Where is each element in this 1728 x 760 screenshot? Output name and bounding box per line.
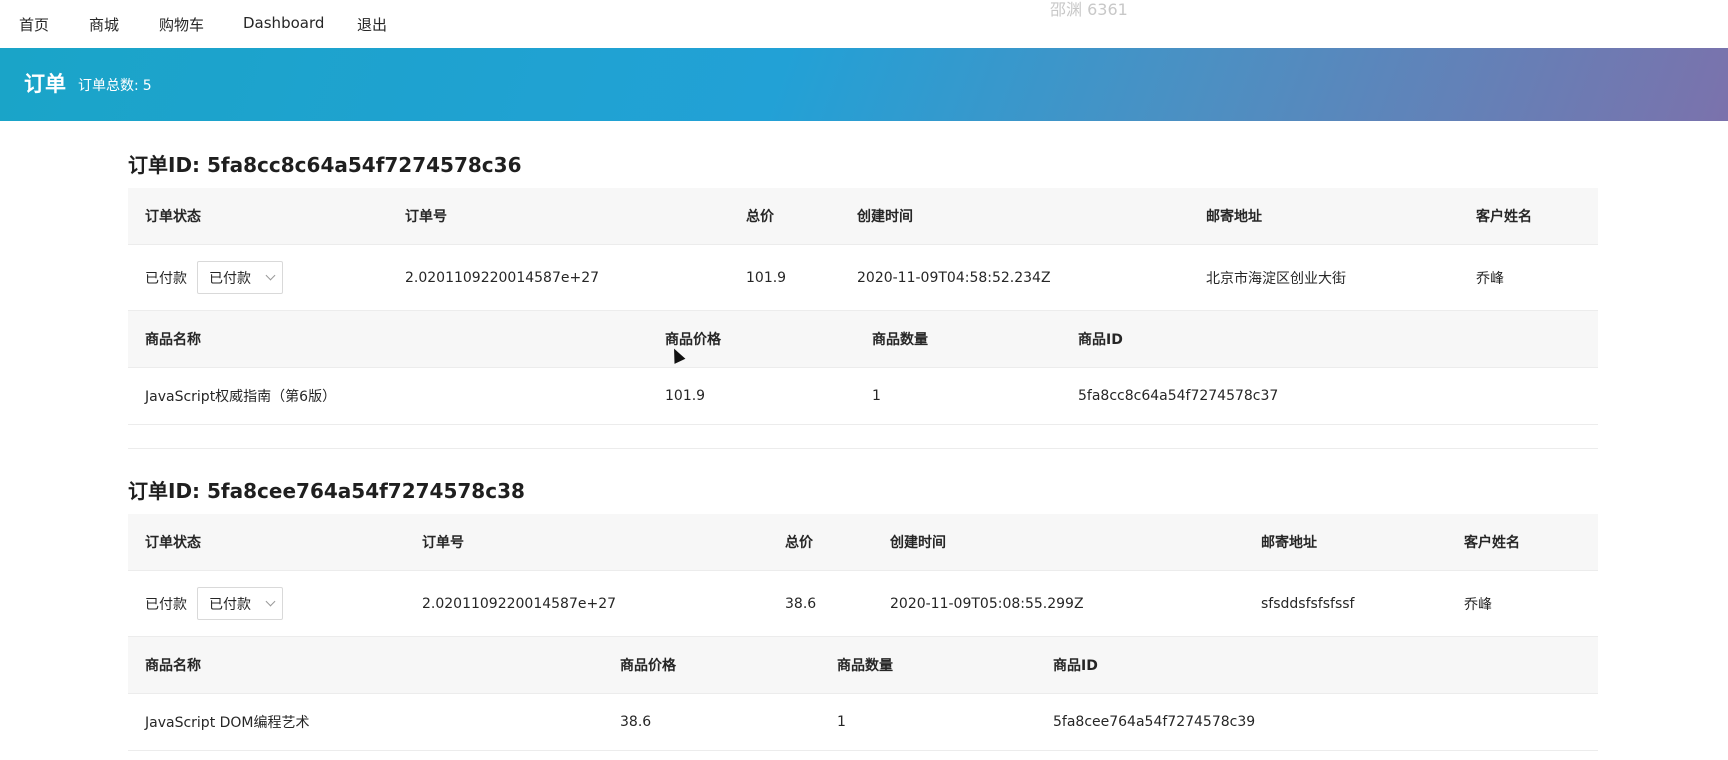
status-select[interactable]: 已付款 xyxy=(197,587,283,620)
list-item: JavaScript权威指南（第6版） 101.9 1 5fa8cc8c64a5… xyxy=(128,368,1598,425)
col-created: 创建时间 xyxy=(857,209,913,225)
nav-logout[interactable]: 退出 xyxy=(357,14,387,35)
order-created: 2020-11-09T05:08:55.299Z xyxy=(890,595,1084,612)
status-text: 已付款 xyxy=(145,270,187,287)
nav-cart[interactable]: 购物车 xyxy=(159,14,204,35)
col-address: 邮寄地址 xyxy=(1206,209,1262,225)
order-title-prefix: 订单ID: xyxy=(128,153,201,177)
order-table: 订单状态 订单号 总价 创建时间 邮寄地址 客户姓名 已付款 已付款 2.020… xyxy=(128,188,1598,425)
nav-shop[interactable]: 商城 xyxy=(89,14,119,35)
col-total: 总价 xyxy=(785,535,813,551)
item-table-header: 商品名称 商品价格 商品数量 商品ID xyxy=(128,311,1598,368)
status-select[interactable]: 已付款 xyxy=(197,261,283,294)
order-table: 订单状态 订单号 总价 创建时间 邮寄地址 客户姓名 已付款 已付款 2.020… xyxy=(128,514,1598,751)
order-created: 2020-11-09T04:58:52.234Z xyxy=(857,269,1051,286)
col-item-id: 商品ID xyxy=(1078,332,1123,348)
status-cell: 已付款 已付款 xyxy=(145,245,283,310)
top-nav: 首页 商城 购物车 Dashboard 退出 邵渊 6361 xyxy=(0,0,1728,48)
col-customer: 客户姓名 xyxy=(1464,535,1520,551)
table-row: 已付款 已付款 2.0201109220014587e+27 101.9 202… xyxy=(128,245,1598,311)
col-created: 创建时间 xyxy=(890,535,946,551)
col-address: 邮寄地址 xyxy=(1261,535,1317,551)
col-item-name: 商品名称 xyxy=(145,658,201,674)
status-cell: 已付款 已付款 xyxy=(145,571,283,636)
chevron-down-icon xyxy=(265,270,276,281)
item-price: 101.9 xyxy=(665,388,706,404)
table-row: 已付款 已付款 2.0201109220014587e+27 38.6 2020… xyxy=(128,571,1598,637)
order-address: 北京市海淀区创业大街 xyxy=(1206,270,1346,287)
col-order-no: 订单号 xyxy=(405,209,447,225)
col-customer: 客户姓名 xyxy=(1476,209,1532,225)
order-customer: 乔峰 xyxy=(1464,596,1492,613)
nav-dashboard[interactable]: Dashboard xyxy=(243,14,324,32)
order-table-header: 订单状态 订单号 总价 创建时间 邮寄地址 客户姓名 xyxy=(128,188,1598,245)
order-table-header: 订单状态 订单号 总价 创建时间 邮寄地址 客户姓名 xyxy=(128,514,1598,571)
order-divider xyxy=(128,448,1598,449)
order-count: 订单总数: 5 xyxy=(78,75,152,95)
nav-home[interactable]: 首页 xyxy=(19,14,49,35)
col-status: 订单状态 xyxy=(145,535,201,551)
col-item-name: 商品名称 xyxy=(145,332,201,348)
col-total: 总价 xyxy=(746,209,774,225)
item-table-header: 商品名称 商品价格 商品数量 商品ID xyxy=(128,637,1598,694)
order-id: 5fa8cee764a54f7274578c38 xyxy=(207,479,525,503)
order-total: 101.9 xyxy=(746,269,787,286)
order-customer: 乔峰 xyxy=(1476,270,1504,287)
status-select-value: 已付款 xyxy=(209,596,251,613)
watermark: 邵渊 6361 xyxy=(1050,0,1128,19)
item-id: 5fa8cee764a54f7274578c39 xyxy=(1053,714,1256,730)
list-item: JavaScript DOM编程艺术 38.6 1 5fa8cee764a54f… xyxy=(128,694,1598,751)
order-count-value: 5 xyxy=(142,78,152,94)
order-title: 订单ID: 5fa8cc8c64a54f7274578c36 xyxy=(128,149,522,178)
order-id: 5fa8cc8c64a54f7274578c36 xyxy=(207,153,522,177)
page-banner: 订单 订单总数: 5 xyxy=(0,48,1728,121)
col-order-no: 订单号 xyxy=(422,535,464,551)
order-no: 2.0201109220014587e+27 xyxy=(405,269,600,286)
col-item-qty: 商品数量 xyxy=(837,658,893,674)
col-status: 订单状态 xyxy=(145,209,201,225)
chevron-down-icon xyxy=(265,596,276,607)
item-id: 5fa8cc8c64a54f7274578c37 xyxy=(1078,388,1279,404)
order-address: sfsddsfsfsfssf xyxy=(1261,595,1355,612)
col-item-price: 商品价格 xyxy=(620,658,676,674)
order-title: 订单ID: 5fa8cee764a54f7274578c38 xyxy=(128,475,525,504)
order-total: 38.6 xyxy=(785,595,817,612)
col-item-qty: 商品数量 xyxy=(872,332,928,348)
col-item-id: 商品ID xyxy=(1053,658,1098,674)
item-name: JavaScript权威指南（第6版） xyxy=(145,389,337,405)
item-name: JavaScript DOM编程艺术 xyxy=(145,715,310,731)
item-price: 38.6 xyxy=(620,714,652,730)
status-select-value: 已付款 xyxy=(209,270,251,287)
order-no: 2.0201109220014587e+27 xyxy=(422,595,617,612)
page-title: 订单 xyxy=(24,72,66,96)
status-text: 已付款 xyxy=(145,596,187,613)
order-title-prefix: 订单ID: xyxy=(128,479,201,503)
item-qty: 1 xyxy=(837,714,846,730)
order-count-label: 订单总数: xyxy=(78,78,139,94)
item-qty: 1 xyxy=(872,388,881,404)
